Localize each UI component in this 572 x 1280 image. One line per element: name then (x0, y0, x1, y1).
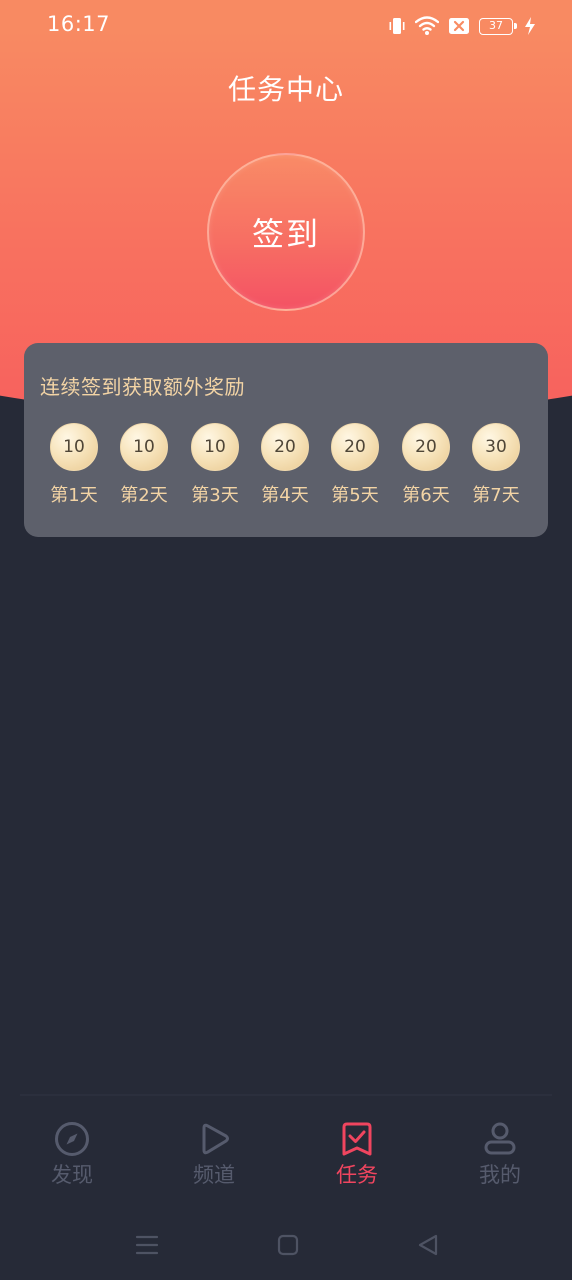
vibrate-icon (389, 18, 405, 34)
reward-coin: 30 (472, 423, 520, 471)
reward-day-5: 20 第5天 (320, 423, 390, 507)
system-navigation-bar (0, 1220, 572, 1270)
reward-day-label: 第6天 (402, 485, 450, 506)
reward-coin: 20 (402, 423, 450, 471)
reward-day-1: 10 第1天 (39, 423, 109, 507)
play-icon (202, 1123, 229, 1155)
back-triangle-icon[interactable] (413, 1230, 443, 1260)
tab-discover[interactable]: 发现 (22, 1120, 122, 1190)
consecutive-signin-reward-card: 连续签到获取额外奖励 10 第1天 10 第2天 10 第3天 20 第4天 2… (24, 343, 548, 537)
status-bar: 16:17 37 (0, 0, 572, 52)
signin-button[interactable]: 签到 (207, 153, 365, 311)
tab-label: 任务 (336, 1163, 378, 1187)
reward-coin: 10 (120, 423, 168, 471)
task-check-icon (342, 1122, 372, 1156)
signin-button-label: 签到 (251, 215, 320, 253)
bottom-tab-bar: 发现 频道 任务 我的 (0, 1096, 572, 1206)
reward-day-list: 10 第1天 10 第2天 10 第3天 20 第4天 20 第5天 20 第6… (44, 423, 532, 507)
reward-day-2: 10 第2天 (109, 423, 179, 507)
battery-indicator: 37 (479, 17, 517, 35)
reward-day-label: 第2天 (120, 485, 168, 506)
reward-day-7: 30 第7天 (461, 423, 531, 507)
reward-day-label: 第7天 (472, 485, 520, 506)
reward-card-title: 连续签到获取额外奖励 (40, 375, 245, 399)
user-icon (484, 1122, 516, 1155)
charging-icon (525, 17, 535, 35)
tab-task[interactable]: 任务 (307, 1120, 407, 1190)
sim-x-icon (449, 18, 469, 34)
task-center-screen: 16:17 37 任务中心 签到 连续签到获取额外奖励 10 第1天 10 第2… (0, 0, 572, 1280)
page-title: 任务中心 (227, 73, 344, 106)
tab-label: 频道 (193, 1163, 235, 1187)
reward-day-4: 20 第4天 (250, 423, 320, 507)
status-time: 16:17 (47, 12, 111, 36)
tab-channel[interactable]: 频道 (164, 1120, 264, 1190)
home-square-icon[interactable] (273, 1230, 303, 1260)
reward-day-3: 10 第3天 (180, 423, 250, 507)
tab-label: 我的 (479, 1163, 521, 1187)
compass-icon (55, 1122, 89, 1156)
reward-day-label: 第3天 (191, 485, 239, 506)
wifi-icon (415, 16, 439, 35)
tab-mine[interactable]: 我的 (450, 1120, 550, 1190)
reward-coin: 10 (191, 423, 239, 471)
tab-label: 发现 (51, 1163, 93, 1187)
reward-day-label: 第1天 (50, 485, 98, 506)
reward-day-6: 20 第6天 (391, 423, 461, 507)
reward-day-label: 第5天 (331, 485, 379, 506)
reward-coin: 10 (50, 423, 98, 471)
reward-coin: 20 (331, 423, 379, 471)
status-icons: 37 (388, 15, 536, 37)
reward-day-label: 第4天 (261, 485, 309, 506)
menu-icon[interactable] (132, 1230, 162, 1260)
reward-coin: 20 (261, 423, 309, 471)
